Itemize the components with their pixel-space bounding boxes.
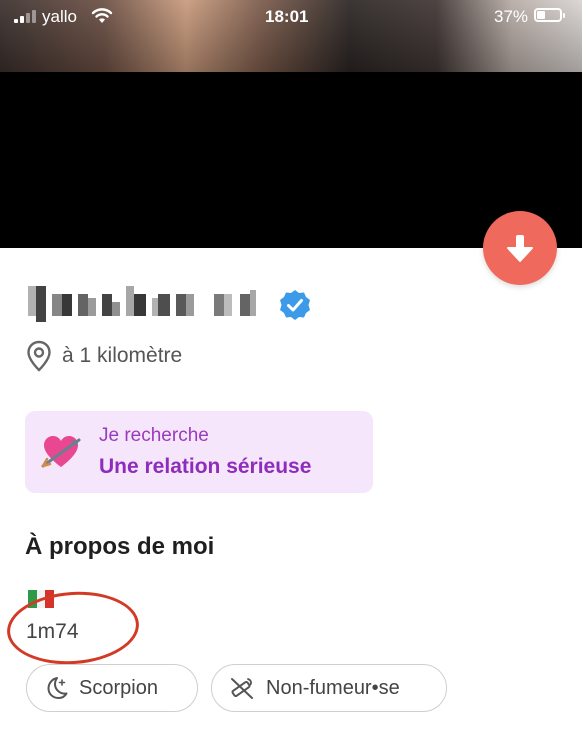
looking-for-label: Je recherche xyxy=(99,425,209,446)
collapse-profile-button[interactable] xyxy=(483,211,557,285)
tag-zodiac[interactable]: Scorpion xyxy=(26,664,198,712)
distance-label: à 1 kilomètre xyxy=(62,344,183,367)
location-pin-icon xyxy=(27,340,51,372)
verified-badge-icon xyxy=(280,290,310,320)
heart-with-arrow-icon xyxy=(41,436,81,468)
status-bar: yallo 18:01 37% xyxy=(0,0,582,32)
annotation-circle xyxy=(4,587,142,669)
distance-row: à 1 kilomètre xyxy=(26,340,182,372)
about-section-title: À propos de moi xyxy=(25,533,215,560)
battery-percent: 37% xyxy=(494,7,529,26)
profile-name xyxy=(26,280,266,326)
battery-icon xyxy=(534,8,565,22)
clock: 18:01 xyxy=(265,7,309,26)
tag-smoking[interactable]: Non-fumeur•se xyxy=(211,664,447,712)
moon-stars-icon xyxy=(47,677,68,699)
looking-for-value: Une relation sérieuse xyxy=(99,455,312,478)
carrier-label: yallo xyxy=(42,7,77,26)
arrow-down-icon xyxy=(507,235,533,262)
no-smoking-icon xyxy=(231,678,253,699)
signal-icon xyxy=(14,10,36,23)
wifi-icon xyxy=(91,8,113,23)
pixelated-name xyxy=(28,286,256,322)
looking-for-card: Je recherche Une relation sérieuse xyxy=(25,411,373,493)
tag-zodiac-label: Scorpion xyxy=(79,676,158,699)
tag-smoking-label: Non-fumeur•se xyxy=(266,676,400,699)
